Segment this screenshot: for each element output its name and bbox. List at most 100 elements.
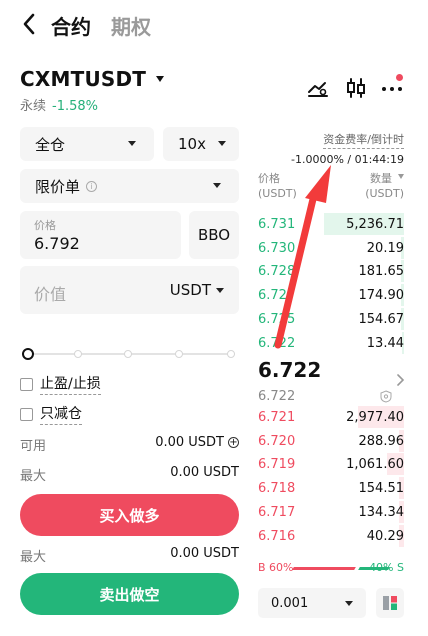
qty-column-header[interactable]: 数量 — [370, 170, 392, 186]
symbol-name: CXMTUSDT — [20, 67, 147, 91]
ask-qty: 154.51 — [358, 481, 405, 497]
sell-short-button[interactable]: 卖出做空 — [20, 573, 239, 615]
leverage-select[interactable]: 10x — [163, 127, 239, 161]
mark-price: 6.722 — [258, 389, 296, 404]
ask-price: 6.716 — [258, 528, 296, 544]
ask-price: 6.721 — [258, 410, 296, 425]
reduce-only-label: 只减仓 — [40, 403, 82, 425]
notification-dot — [396, 74, 403, 81]
bid-qty: 13.44 — [366, 335, 404, 351]
add-funds-icon[interactable]: + — [228, 437, 239, 448]
available-value: 0.00 USDT — [155, 435, 224, 450]
funding-value: -1.0000% / 01:44:19 — [290, 153, 404, 166]
bid-qty: 5,236.71 — [346, 217, 404, 232]
slider-handle[interactable] — [22, 348, 34, 360]
tpsl-checkbox[interactable] — [20, 377, 33, 391]
margin-mode-value: 全仓 — [35, 135, 66, 154]
orderbook-view-button[interactable] — [376, 588, 404, 618]
tpsl-checkbox-row[interactable]: 止盈/止损 — [20, 373, 101, 395]
value-input[interactable]: 价值 USDT — [20, 266, 239, 314]
max-buy-value: 0.00 USDT — [170, 465, 239, 480]
buy-ratio: B 60% — [258, 561, 294, 574]
tab-contract[interactable]: 合约 — [51, 11, 91, 40]
value-unit-select[interactable]: USDT — [170, 281, 211, 299]
slider-step-75[interactable] — [175, 350, 183, 358]
ask-qty: 2,977.40 — [346, 410, 404, 425]
chevron-down-icon — [216, 288, 224, 293]
top-nav: 合约 期权 — [0, 0, 428, 48]
bid-qty: 154.67 — [358, 311, 405, 327]
ask-row[interactable]: 6.721 2,977.40 — [258, 406, 404, 428]
chevron-right-icon[interactable] — [395, 373, 405, 387]
tpsl-label: 止盈/止损 — [40, 373, 101, 395]
bid-qty: 181.65 — [358, 264, 405, 280]
bid-row[interactable]: 6.727 174.90 — [258, 284, 404, 307]
ask-row[interactable]: 6.716 40.29 — [258, 524, 404, 547]
max-sell-value: 0.00 USDT — [170, 546, 239, 561]
reduce-only-checkbox-row[interactable]: 只减仓 — [20, 403, 82, 425]
ask-price: 6.718 — [258, 481, 296, 497]
caret-down-icon[interactable] — [398, 174, 404, 179]
chevron-down-icon — [128, 141, 136, 146]
funding-title: 资金费率/倒计时 — [323, 131, 404, 149]
ask-price: 6.717 — [258, 504, 296, 520]
bid-row[interactable]: 6.725 154.67 — [258, 307, 405, 330]
slider-step-25[interactable] — [74, 350, 82, 358]
ask-qty: 1,061.60 — [346, 457, 404, 473]
bid-qty: 20.19 — [366, 240, 404, 256]
ask-qty: 40.29 — [366, 528, 404, 544]
back-arrow-icon[interactable] — [18, 10, 44, 38]
chart-settings-icon[interactable] — [306, 76, 330, 100]
ask-row[interactable]: 6.719 1,061.60 — [258, 453, 404, 476]
price-input[interactable]: 价格 6.792 — [20, 211, 181, 259]
bid-price: 6.730 — [258, 240, 296, 256]
margin-mode-select[interactable]: 全仓 — [20, 127, 154, 161]
bid-row[interactable]: 6.722 13.44 — [258, 331, 404, 354]
bid-row[interactable]: 6.728 181.65 — [258, 260, 405, 283]
bid-row[interactable]: 6.730 20.19 — [258, 236, 404, 259]
slider-step-50[interactable] — [124, 350, 132, 358]
bid-price: 6.731 — [258, 217, 296, 232]
price-input-value[interactable]: 6.792 — [34, 234, 80, 253]
depth-step-select[interactable]: 0.001 — [258, 588, 366, 618]
bid-row[interactable]: 6.731 5,236.71 — [258, 213, 404, 235]
ask-row[interactable]: 6.717 134.34 — [258, 500, 405, 523]
info-icon[interactable]: i — [86, 180, 98, 192]
bbo-button[interactable]: BBO — [189, 211, 239, 259]
price-column-unit: (USDT) — [258, 187, 297, 200]
order-type-select[interactable]: 限价单 i — [20, 169, 239, 203]
sell-ratio: 40% S — [369, 561, 404, 574]
slider-step-100[interactable] — [227, 350, 235, 358]
chevron-down-icon — [218, 141, 226, 146]
ask-row[interactable]: 6.720 288.96 — [258, 429, 404, 452]
buy-ratio-bar — [292, 567, 356, 570]
price-column-header: 价格 — [258, 172, 280, 185]
depth-step-value: 0.001 — [271, 595, 309, 611]
amount-slider[interactable] — [22, 347, 239, 361]
last-price: 6.722 — [258, 358, 322, 382]
tab-options[interactable]: 期权 — [111, 11, 151, 40]
available-label: 可用 — [20, 439, 47, 454]
value-input-placeholder: 价值 — [34, 285, 67, 304]
ask-price: 6.720 — [258, 433, 296, 449]
qty-column-unit: (USDT) — [365, 187, 404, 200]
ask-qty: 134.34 — [358, 504, 405, 520]
max-sell-label: 最大 — [20, 550, 47, 565]
price-input-label: 价格 — [34, 219, 56, 232]
chevron-down-icon — [345, 601, 353, 606]
chevron-down-icon — [213, 183, 221, 188]
max-buy-label: 最大 — [20, 469, 47, 484]
price-change: -1.58% — [52, 99, 99, 114]
symbol-selector[interactable]: CXMTUSDT — [20, 66, 165, 92]
bid-price: 6.722 — [258, 335, 296, 351]
reduce-only-checkbox[interactable] — [20, 407, 33, 421]
ask-row[interactable]: 6.718 154.51 — [258, 477, 405, 500]
ask-price: 6.719 — [258, 457, 296, 473]
bid-price: 6.725 — [258, 311, 296, 327]
bid-price: 6.728 — [258, 264, 296, 280]
buy-long-button[interactable]: 买入做多 — [20, 494, 239, 536]
candlestick-icon[interactable] — [344, 76, 368, 100]
leverage-value: 10x — [178, 135, 206, 153]
funding-info[interactable]: 资金费率/倒计时 -1.0000% / 01:44:19 — [291, 128, 404, 166]
bid-price: 6.727 — [258, 288, 296, 304]
